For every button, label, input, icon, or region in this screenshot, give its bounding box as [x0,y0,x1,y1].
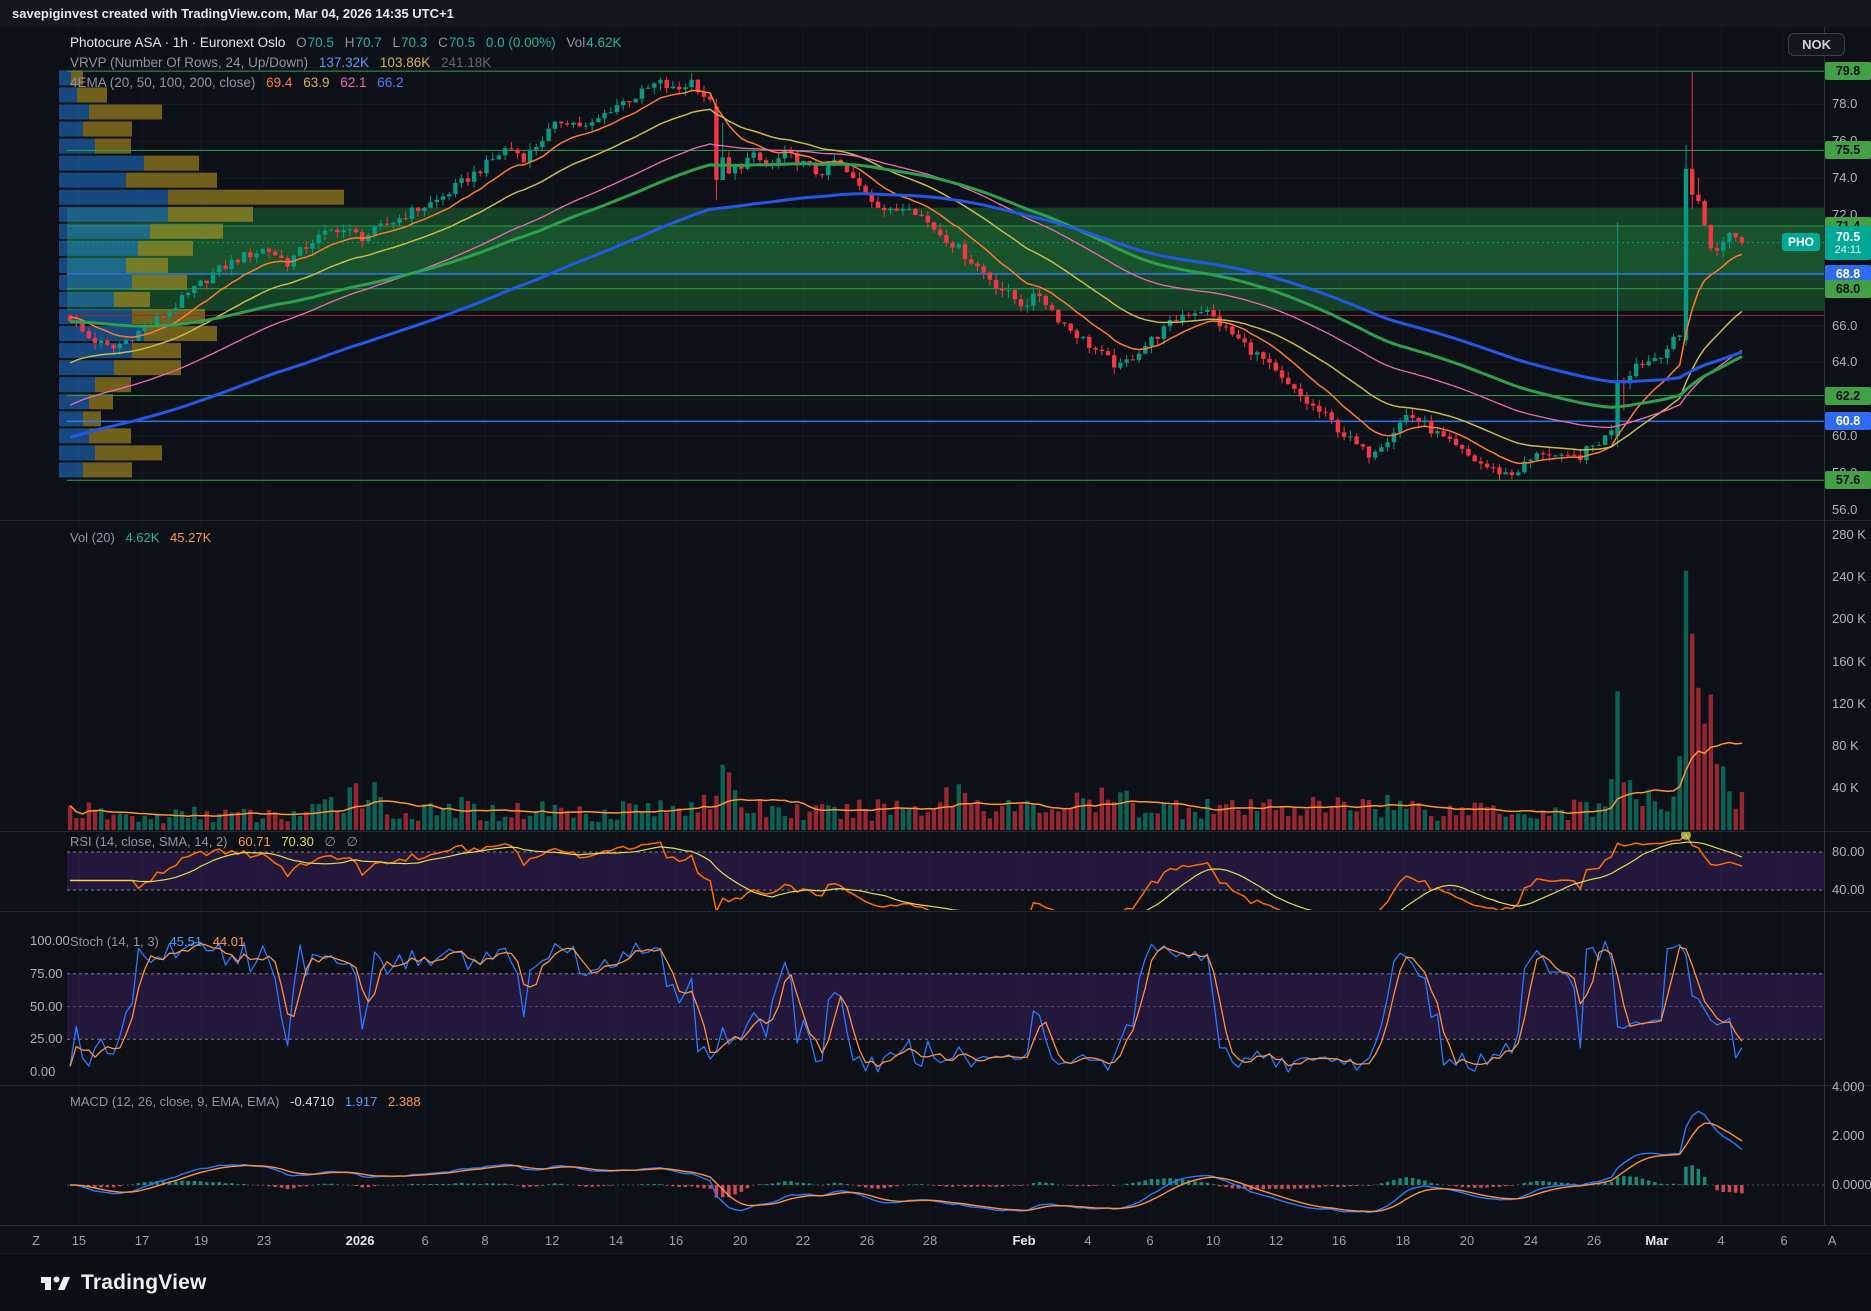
top-bar: savepiginvest created with TradingView.c… [0,0,1871,27]
time-scale[interactable] [0,1226,1824,1253]
tradingview-logo[interactable]: TradingView [38,1271,207,1295]
currency-button[interactable]: NOK [1788,33,1845,56]
tradingview-logo-icon [38,1271,72,1295]
footer: TradingView [0,1253,1871,1311]
tradingview-logo-text: TradingView [81,1271,207,1295]
price-scale[interactable] [1825,27,1871,1224]
attribution-text: savepiginvest created with TradingView.c… [12,6,454,21]
tradingview-chart-app: { "header": { "attribution": "savepiginv… [0,0,1871,1311]
chart-canvas[interactable] [0,0,1871,1253]
